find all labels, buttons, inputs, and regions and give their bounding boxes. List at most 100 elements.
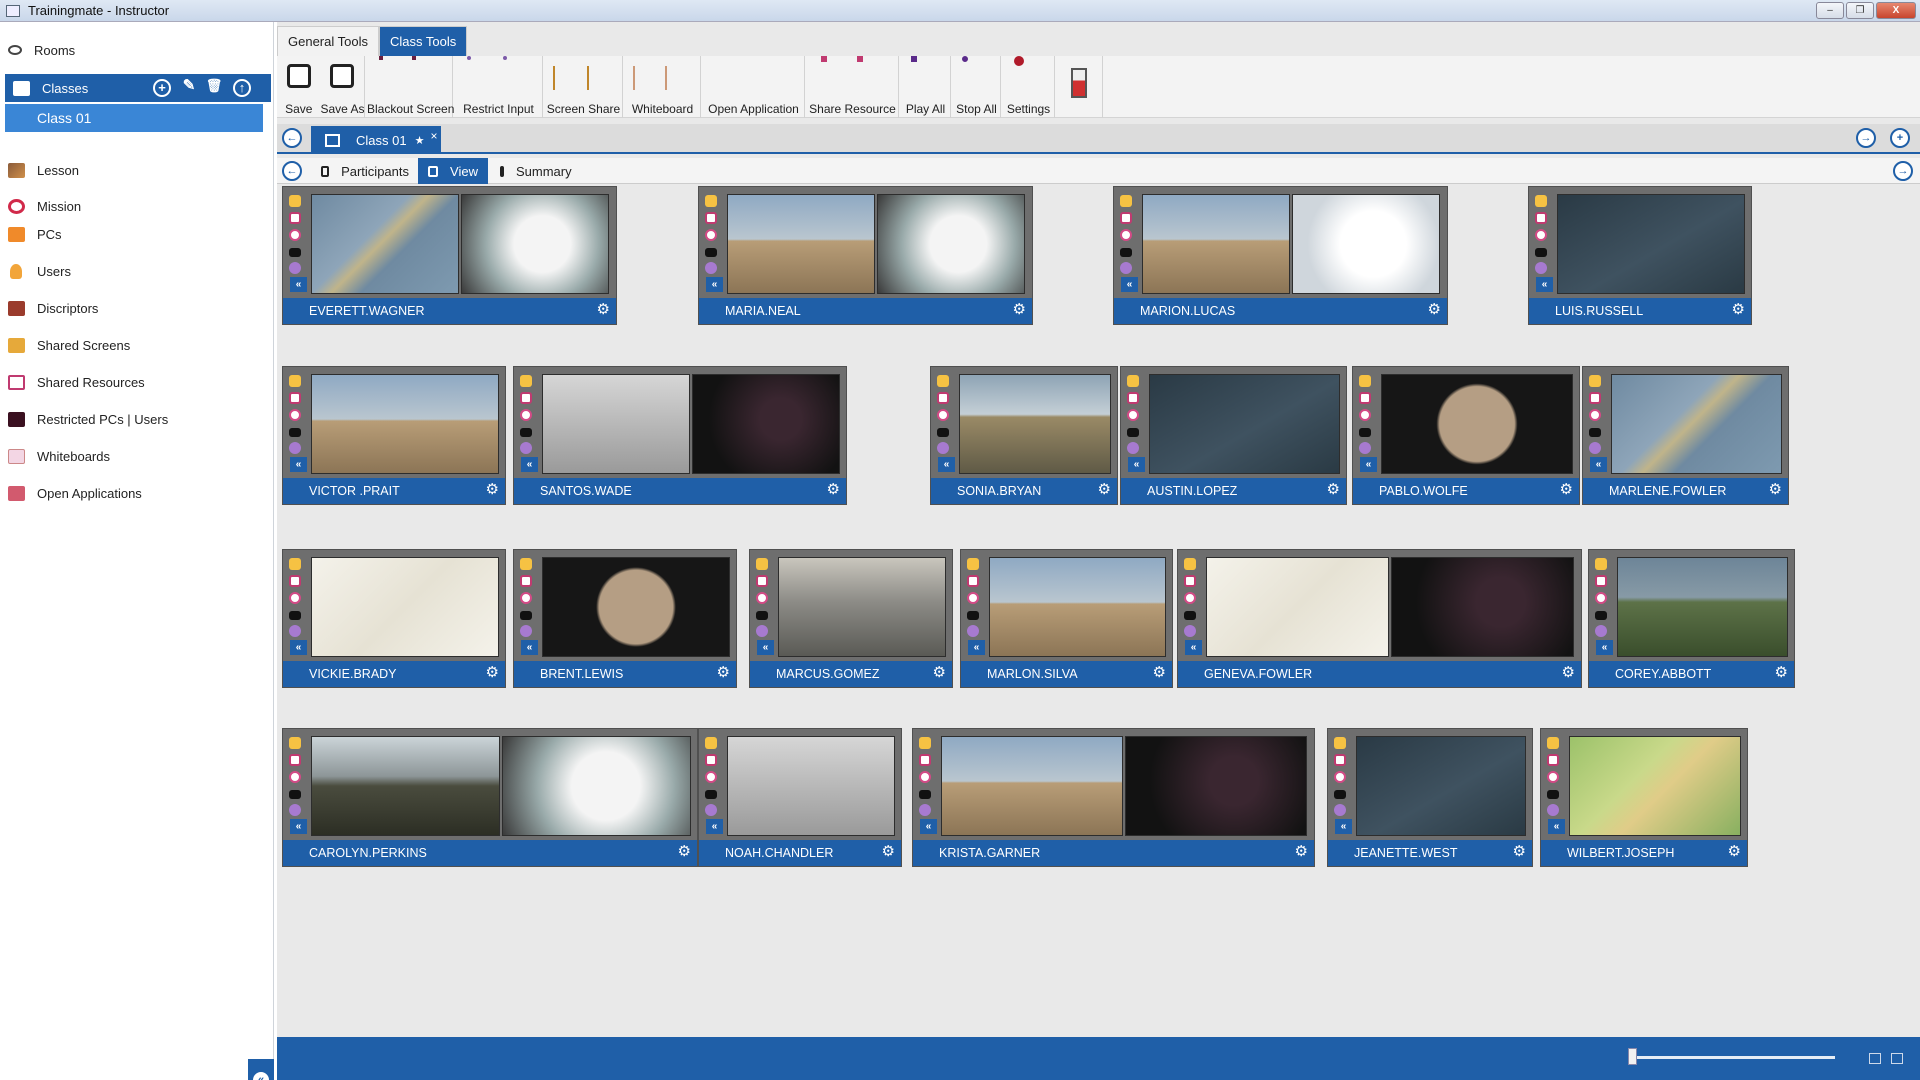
expand-icon[interactable]: « xyxy=(1121,277,1138,292)
restrict-icon[interactable] xyxy=(1120,262,1132,274)
restrict-input-button[interactable]: Restrict Input xyxy=(455,56,543,118)
restrict-icon[interactable] xyxy=(1595,625,1607,637)
gear-icon[interactable]: ⚙ xyxy=(1732,302,1745,318)
screen-thumbnail[interactable] xyxy=(311,736,500,836)
monitor-icon[interactable] xyxy=(520,428,532,437)
zoom-slider-track[interactable] xyxy=(1635,1056,1835,1059)
monitor-icon[interactable] xyxy=(520,611,532,620)
expand-icon[interactable]: « xyxy=(1536,277,1553,292)
screen-thumbnail[interactable] xyxy=(941,736,1123,836)
screen-thumbnail[interactable] xyxy=(542,557,730,657)
share-icon[interactable] xyxy=(520,575,532,587)
add-class-icon[interactable]: + xyxy=(153,79,171,97)
maximize-button[interactable]: ❐ xyxy=(1846,2,1874,19)
monitor-icon[interactable] xyxy=(1535,248,1547,257)
restrict-icon[interactable] xyxy=(1547,804,1559,816)
gear-icon[interactable]: ⚙ xyxy=(1013,302,1026,318)
gear-icon[interactable]: ⚙ xyxy=(1562,665,1575,681)
view-back-icon[interactable]: ← xyxy=(282,161,302,181)
screen-thumbnail[interactable] xyxy=(1557,194,1745,294)
folder-icon[interactable] xyxy=(705,737,717,749)
monitor-icon[interactable] xyxy=(1184,611,1196,620)
participant-card[interactable]: «MARCUS.GOMEZ ⚙ xyxy=(749,549,953,688)
restrict-icon[interactable] xyxy=(1334,804,1346,816)
screen-thumbnail[interactable] xyxy=(1617,557,1788,657)
monitor-icon[interactable] xyxy=(705,790,717,799)
screen-thumbnail[interactable] xyxy=(727,736,895,836)
target-icon[interactable] xyxy=(756,592,768,604)
expand-icon[interactable]: « xyxy=(1360,457,1377,472)
restrict-icon[interactable] xyxy=(705,804,717,816)
sidebar-item-shared-screens[interactable]: Shared Screens xyxy=(8,333,266,357)
expand-icon[interactable]: « xyxy=(1596,640,1613,655)
screen-thumbnail[interactable] xyxy=(1611,374,1782,474)
participant-card[interactable]: «COREY.ABBOTT ⚙ xyxy=(1588,549,1795,688)
screen-thumbnail[interactable] xyxy=(1206,557,1389,657)
folder-icon[interactable] xyxy=(1589,375,1601,387)
participant-card[interactable]: «SANTOS.WADE ⚙ xyxy=(513,366,847,505)
participant-card[interactable]: «GENEVA.FOWLER ⚙ xyxy=(1177,549,1582,688)
save-as-button[interactable]: Save As xyxy=(321,56,365,118)
expand-icon[interactable]: « xyxy=(1128,457,1145,472)
expand-icon[interactable]: « xyxy=(290,457,307,472)
restrict-icon[interactable] xyxy=(289,804,301,816)
target-icon[interactable] xyxy=(520,409,532,421)
share-icon[interactable] xyxy=(705,754,717,766)
sidebar-item-pcs[interactable]: PCs xyxy=(8,222,266,246)
share-icon[interactable] xyxy=(1589,392,1601,404)
stop-all-button[interactable]: Stop All xyxy=(953,56,1001,118)
restrict-icon[interactable] xyxy=(289,625,301,637)
close-button[interactable]: X xyxy=(1876,2,1916,19)
whiteboard-button[interactable]: Whiteboard xyxy=(625,56,701,118)
target-icon[interactable] xyxy=(1589,409,1601,421)
folder-icon[interactable] xyxy=(1184,558,1196,570)
folder-icon[interactable] xyxy=(937,375,949,387)
tab-summary[interactable]: Summary xyxy=(490,158,580,184)
doc-forward-icon[interactable]: → xyxy=(1856,128,1876,148)
target-icon[interactable] xyxy=(937,409,949,421)
gear-icon[interactable]: ⚙ xyxy=(933,665,946,681)
folder-icon[interactable] xyxy=(289,195,301,207)
upload-class-icon[interactable]: ↑ xyxy=(233,79,251,97)
restrict-icon[interactable] xyxy=(289,262,301,274)
sidebar-item-users[interactable]: Users xyxy=(8,259,266,283)
monitor-icon[interactable] xyxy=(289,790,301,799)
gear-icon[interactable]: ⚙ xyxy=(486,482,499,498)
gear-icon[interactable]: ⚙ xyxy=(1769,482,1782,498)
restrict-icon[interactable] xyxy=(919,804,931,816)
gear-icon[interactable]: ⚙ xyxy=(1098,482,1111,498)
expand-icon[interactable]: « xyxy=(968,640,985,655)
sidebar-item-open-applications[interactable]: Open Applications xyxy=(8,481,266,505)
folder-icon[interactable] xyxy=(1595,558,1607,570)
sidebar-item-mission[interactable]: Mission xyxy=(8,194,266,218)
expand-icon[interactable]: « xyxy=(1335,819,1352,834)
folder-icon[interactable] xyxy=(520,558,532,570)
monitor-icon[interactable] xyxy=(1359,428,1371,437)
save-button[interactable]: Save xyxy=(277,56,321,118)
participant-card[interactable]: «VICKIE.BRADY ⚙ xyxy=(282,549,506,688)
gear-icon[interactable]: ⚙ xyxy=(1153,665,1166,681)
target-icon[interactable] xyxy=(520,592,532,604)
screen-thumbnail[interactable] xyxy=(727,194,875,294)
target-icon[interactable] xyxy=(1535,229,1547,241)
sidebar-item-discriptors[interactable]: Discriptors xyxy=(8,296,266,320)
share-icon[interactable] xyxy=(1535,212,1547,224)
target-icon[interactable] xyxy=(919,771,931,783)
target-icon[interactable] xyxy=(289,771,301,783)
monitor-icon[interactable] xyxy=(756,611,768,620)
screen-thumbnail[interactable] xyxy=(311,557,499,657)
screen-thumbnail[interactable] xyxy=(959,374,1111,474)
screen-thumbnail[interactable] xyxy=(461,194,609,294)
participant-card[interactable]: «AUSTIN.LOPEZ ⚙ xyxy=(1120,366,1347,505)
gear-icon[interactable]: ⚙ xyxy=(1513,844,1526,860)
restrict-icon[interactable] xyxy=(289,442,301,454)
target-icon[interactable] xyxy=(1334,771,1346,783)
screen-share-button[interactable]: Screen Share xyxy=(545,56,623,118)
folder-icon[interactable] xyxy=(1334,737,1346,749)
sidebar-item-whiteboards[interactable]: Whiteboards xyxy=(8,444,266,468)
expand-icon[interactable]: « xyxy=(1590,457,1607,472)
gear-icon[interactable]: ⚙ xyxy=(1428,302,1441,318)
expand-icon[interactable]: « xyxy=(521,457,538,472)
share-icon[interactable] xyxy=(919,754,931,766)
sidebar-item-lesson[interactable]: Lesson xyxy=(8,158,266,182)
